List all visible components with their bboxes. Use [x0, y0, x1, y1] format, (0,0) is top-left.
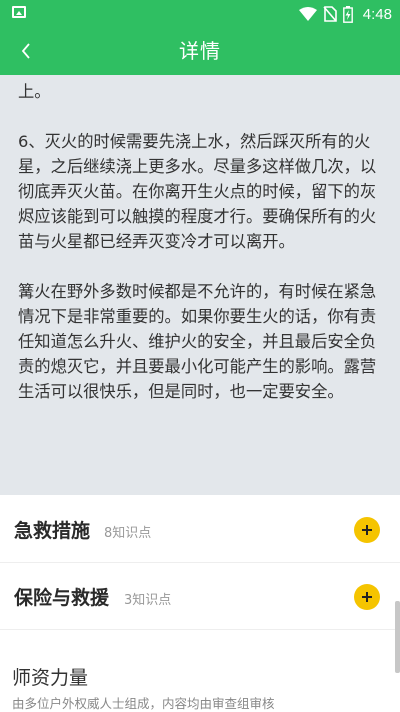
- teacher-section: 师资力量 由多位户外权威人士组成，内容均由审查组审核: [0, 631, 400, 711]
- no-sim-icon: [323, 6, 337, 22]
- plus-icon: [362, 592, 372, 602]
- section-insurance-rescue[interactable]: 保险与救援 3知识点: [0, 563, 400, 630]
- battery-charging-icon: [342, 5, 353, 23]
- plus-icon: [362, 525, 372, 535]
- page-title: 详情: [179, 39, 221, 63]
- article-content[interactable]: 上。 6、灭火的时候需要先浇上水，然后踩灭所有的火星，之后继续浇上更多水。尽量多…: [0, 75, 400, 495]
- expand-button[interactable]: [354, 517, 380, 543]
- article-paragraph: 篝火在野外多数时候都是不允许的，有时候在紧急情况下是非常重要的。如果你要生火的话…: [18, 282, 377, 401]
- section-title: 急救措施: [14, 520, 91, 542]
- section-first-aid[interactable]: 急救措施 8知识点: [0, 496, 400, 563]
- article-paragraph: 上。: [18, 82, 51, 101]
- teacher-description: 由多位户外权威人士组成，内容均由审查组审核: [12, 696, 275, 711]
- teacher-title: 师资力量: [12, 667, 89, 689]
- status-icons: 4:48: [298, 3, 392, 25]
- expand-button[interactable]: [354, 584, 380, 610]
- scrollbar[interactable]: [395, 601, 400, 673]
- article-paragraph: 6、灭火的时候需要先浇上水，然后踩灭所有的火星，之后继续浇上更多水。尽量多这样做…: [18, 132, 377, 251]
- status-bar: 4:48: [0, 0, 400, 27]
- status-time: 4:48: [362, 5, 392, 23]
- image-notification-icon: [12, 6, 26, 18]
- section-count: 8知识点: [104, 526, 152, 541]
- section-title: 保险与救援: [14, 587, 110, 609]
- section-count: 3知识点: [124, 593, 172, 608]
- wifi-icon: [298, 7, 317, 21]
- app-bar: 详情: [0, 27, 400, 75]
